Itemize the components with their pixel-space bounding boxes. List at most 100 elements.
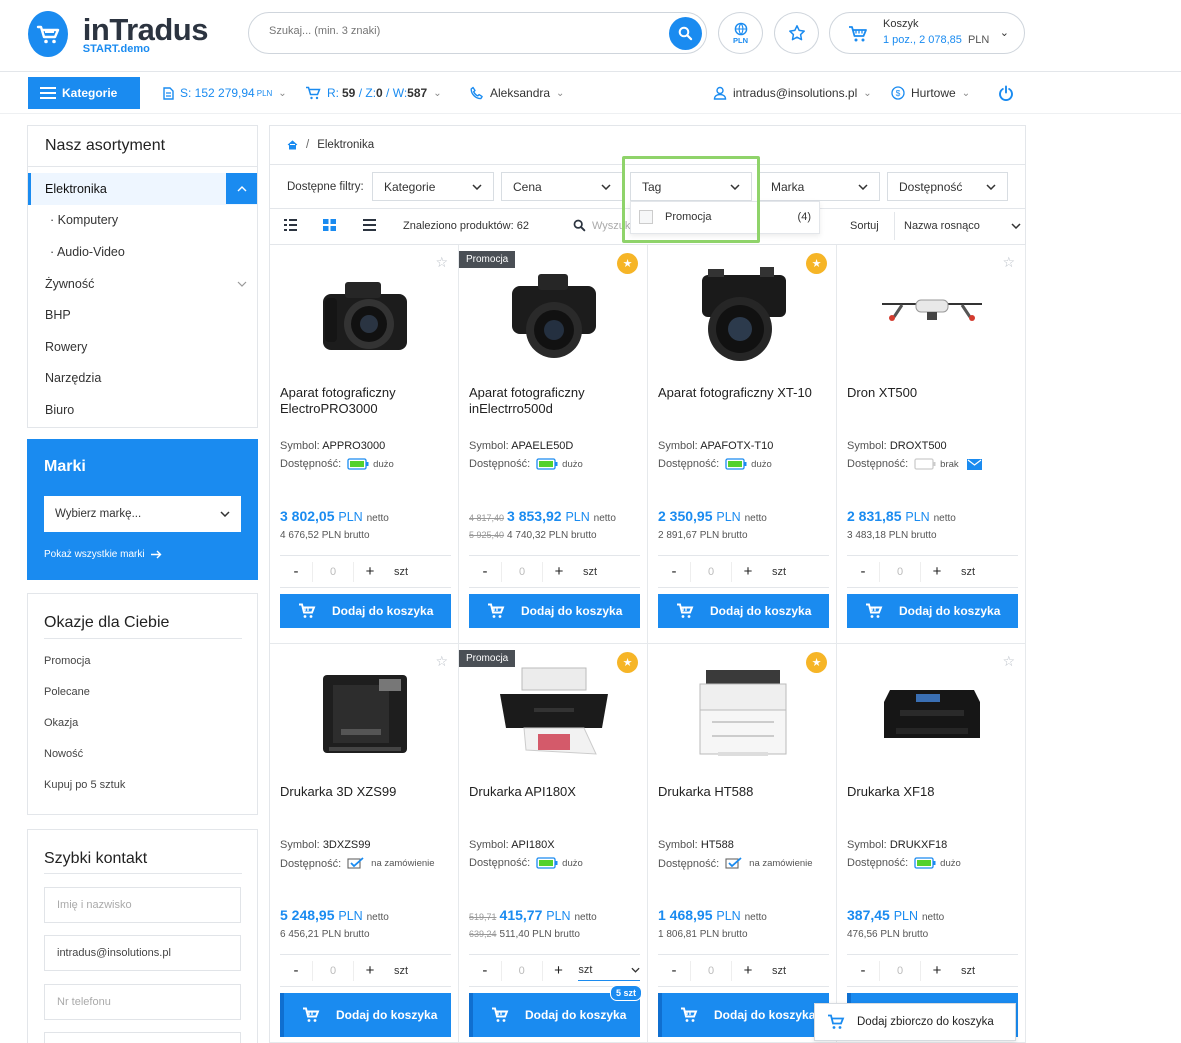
deal-link-kupuj-po-5[interactable]: Kupuj po 5 sztuk [44,779,125,791]
chevron-down-icon[interactable] [237,281,247,287]
decrease-button[interactable]: - [847,563,879,580]
view-compact-button[interactable] [363,219,376,234]
sidebar-item-narzedzia[interactable]: Narzędzia [28,363,257,395]
filter-marka[interactable]: Marka [759,172,880,201]
product-card[interactable]: ★ Drukarka HT588 Symbol: HT588 Dostępnoś… [648,644,837,1043]
product-image-wrap[interactable] [668,656,818,771]
quantity-input[interactable]: 0 [500,960,543,981]
search-input[interactable] [269,25,639,37]
increase-button[interactable]: + [354,563,386,580]
sidebar-item-elektronika[interactable]: Elektronika [28,173,257,205]
add-to-cart-button[interactable]: Dodaj do koszyka [658,993,829,1037]
quantity-input[interactable]: 0 [501,561,543,582]
product-card[interactable]: ☆ Drukarka XF18 Symbol: DRUKXF18 Dostępn… [837,644,1026,1043]
product-name[interactable]: Drukarka XF18 [847,784,1017,800]
increase-button[interactable]: + [921,563,953,580]
product-name[interactable]: Drukarka API180X [469,784,639,800]
product-name[interactable]: Aparat fotograficzny inElectrro500d [469,385,639,417]
increase-button[interactable]: + [732,563,764,580]
product-image-wrap[interactable] [668,257,818,372]
quantity-input[interactable]: 0 [690,960,732,981]
show-all-brands-link[interactable]: Pokaż wszystkie marki [44,549,162,560]
product-card[interactable]: ★ Aparat fotograficzny XT-10 Symbol: APA… [648,245,837,644]
sidebar-item-rowery[interactable]: Rowery [28,331,257,363]
view-grid-button[interactable] [323,219,336,234]
categories-button[interactable]: Kategorie [28,77,140,109]
product-name[interactable]: Aparat fotograficzny ElectroPRO3000 [280,385,450,417]
account-dropdown[interactable]: intradus@insolutions.pl ⌄ [713,86,872,100]
increase-button[interactable]: + [543,563,575,580]
contact-extra-field[interactable] [44,1032,241,1043]
unit-select[interactable]: szt [578,961,641,981]
decrease-button[interactable]: - [469,962,501,979]
product-card[interactable]: ☆ Aparat fotograficzny ElectroPRO3000 Sy… [270,245,459,644]
decrease-button[interactable]: - [658,563,690,580]
increase-button[interactable]: + [543,962,575,979]
product-image-wrap[interactable] [479,257,629,372]
brand-select[interactable]: Wybierz markę... [44,496,241,532]
currency-button[interactable]: PLN [718,12,763,54]
quantity-input[interactable]: 0 [879,561,921,582]
add-to-cart-button[interactable]: Dodaj do koszyka [280,993,451,1037]
filter-dostepnosc[interactable]: Dostępność [887,172,1008,201]
product-name[interactable]: Drukarka 3D XZS99 [280,784,450,800]
product-name[interactable]: Aparat fotograficzny XT-10 [658,385,828,401]
sort-select[interactable]: Nazwa rosnąco [894,212,1025,240]
contact-email-field[interactable]: intradus@insolutions.pl [44,935,241,971]
deal-link-promocja[interactable]: Promocja [44,655,90,667]
decrease-button[interactable]: - [847,962,879,979]
add-to-cart-button[interactable]: Dodaj do koszyka [469,594,640,628]
filter-cena[interactable]: Cena [501,172,623,201]
product-image-wrap[interactable] [857,257,1007,372]
sidebar-item-bhp[interactable]: BHP [28,299,257,331]
deal-link-nowosc[interactable]: Nowość [44,748,83,760]
product-image-wrap[interactable] [857,656,1007,771]
home-icon[interactable] [287,140,298,150]
favorites-button[interactable] [774,12,819,54]
sidebar-item-audio-video[interactable]: · Audio-Video [28,236,257,268]
deal-link-polecane[interactable]: Polecane [44,686,90,698]
quantity-input[interactable]: 0 [690,561,732,582]
contact-person-dropdown[interactable]: Aleksandra ⌄ [470,86,564,100]
add-to-cart-button[interactable]: Dodaj do koszyka [280,594,451,628]
product-name[interactable]: Drukarka HT588 [658,784,828,800]
balance-dropdown[interactable]: S: 152 279,94 PLN ⌄ [163,86,287,100]
product-image-wrap[interactable] [290,257,440,372]
add-to-cart-button[interactable]: Dodaj do koszyka [658,594,829,628]
product-name[interactable]: Dron XT500 [847,385,1017,401]
product-card[interactable]: Promocja ★ Aparat fotograficzny inElectr… [459,245,648,644]
quantity-input[interactable]: 0 [312,960,354,981]
orders-dropdown[interactable]: R: 59 / Z: 0 / W: 587 ⌄ [305,86,442,100]
contact-name-field[interactable]: Imię i nazwisko [44,887,241,923]
quantity-input[interactable]: 0 [312,561,354,582]
sidebar-collapse-button[interactable] [226,173,257,204]
view-list-button[interactable] [284,219,297,234]
increase-button[interactable]: + [354,962,386,979]
product-card[interactable]: Promocja ★ Drukarka API180X Symbol: API1… [459,644,648,1043]
mail-icon[interactable] [966,458,982,470]
cart-button[interactable]: Koszyk 1 poz., 2 078,85 PLN ⌄ [829,12,1025,54]
decrease-button[interactable]: - [280,962,312,979]
search-button[interactable] [669,17,702,50]
filter-kategorie[interactable]: Kategorie [372,172,494,201]
decrease-button[interactable]: - [658,962,690,979]
product-image-wrap[interactable] [290,656,440,771]
deal-link-okazja[interactable]: Okazja [44,717,78,729]
increase-button[interactable]: + [732,962,764,979]
decrease-button[interactable]: - [280,563,312,580]
contact-phone-field[interactable]: Nr telefonu [44,984,241,1020]
sidebar-item-komputery[interactable]: · Komputery [28,205,257,237]
logo[interactable]: inTradus START.demo [28,11,209,57]
add-to-cart-button[interactable]: Dodaj do koszyka 5 szt [469,985,642,1037]
decrease-button[interactable]: - [469,563,501,580]
product-card[interactable]: ☆ Drukarka 3D XZS99 Symbol: 3DXZS99 Dost… [270,644,459,1043]
product-card[interactable]: ☆ Dron XT500 Symbol: DROXT500 Dostępność… [837,245,1026,644]
logout-button[interactable] [998,85,1014,104]
sidebar-item-biuro[interactable]: Biuro [28,394,257,426]
bulk-add-button[interactable]: Dodaj zbiorczo do koszyka [814,1003,1016,1041]
pricing-dropdown[interactable]: $ Hurtowe ⌄ [891,86,970,100]
product-image-wrap[interactable] [479,656,629,771]
add-to-cart-button[interactable]: Dodaj do koszyka [847,594,1018,628]
sidebar-item-zywnosc[interactable]: Żywność [28,268,257,300]
quantity-input[interactable]: 0 [879,960,921,981]
